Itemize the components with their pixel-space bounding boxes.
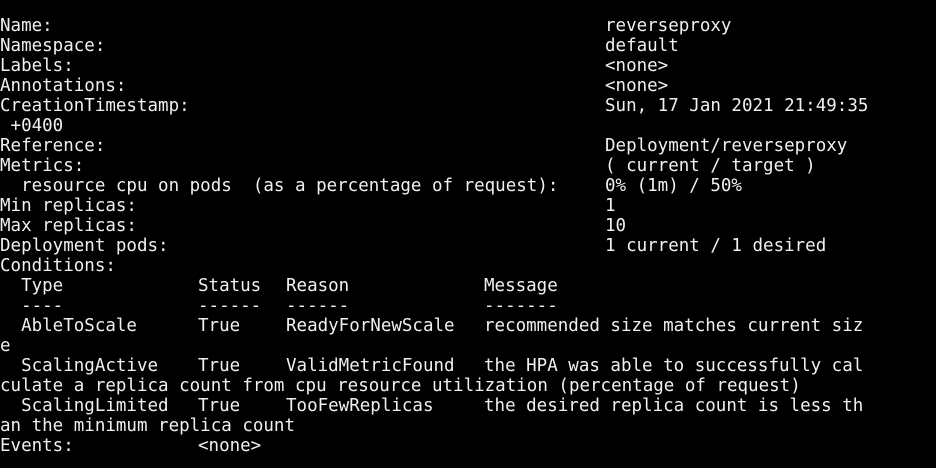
min-replicas-label: Min replicas: [0,196,137,216]
name-label: Name: [0,16,53,36]
conditions-underline-status: ------ [198,296,262,316]
min-replicas-value: 1 [605,196,616,216]
metric-resource-row: resource cpu on pods (as a percentage of… [0,176,742,196]
creation-timestamp-label: CreationTimestamp: [0,96,190,116]
conditions-underline-type: ---- [0,296,64,316]
namespace-value: default [605,36,679,56]
metrics-row: Metrics: ( current / target ) [0,156,816,176]
conditions-underline-reason: ------ [286,296,350,316]
deployment-pods-value: 1 current / 1 desired [605,236,827,256]
min-replicas-row: Min replicas: 1 [0,196,616,216]
condition-message: the HPA was able to successfully cal [484,356,864,376]
condition-reason: ReadyForNewScale [286,316,455,336]
condition-status: True [198,396,241,416]
conditions-row: Conditions: [0,256,116,276]
condition-message-wrap: e [0,336,11,356]
condition-message-wrap: culate a replica count from cpu resource… [0,376,801,396]
condition-row-able-to-scale-wrap: e [0,336,42,356]
terminal-window[interactable]: Name: reverseproxy Namespace: default La… [0,0,936,468]
max-replicas-label: Max replicas: [0,216,137,236]
events-label: Events: [0,436,74,456]
condition-reason: ValidMetricFound [286,356,455,376]
condition-message: recommended size matches current siz [484,316,864,336]
conditions-label: Conditions: [0,256,116,276]
max-replicas-row: Max replicas: 10 [0,216,626,236]
creation-timestamp-value: Sun, 17 Jan 2021 21:49:35 [605,96,869,116]
max-replicas-value: 10 [605,216,627,236]
conditions-underline-row: ---- ------ ------ ------- [0,296,558,316]
condition-status: True [198,316,241,336]
annotations-value: <none> [605,76,669,96]
conditions-header-type: Type [0,276,64,296]
metrics-label: Metrics: [0,156,85,176]
condition-type: ScalingLimited [0,396,169,416]
condition-type: AbleToScale [0,316,137,336]
conditions-underline-message: ------- [484,296,558,316]
conditions-header-message: Message [484,276,558,296]
conditions-header-row: Type Status Reason Message [0,276,558,296]
reference-row: Reference: Deployment/reverseproxy [0,136,847,156]
events-row: Events: <none> [0,436,261,456]
creation-timestamp-row: CreationTimestamp: Sun, 17 Jan 2021 21:4… [0,96,868,116]
metric-resource-value: 0% (1m) / 50% [605,176,742,196]
condition-status: True [198,356,241,376]
annotations-row: Annotations: <none> [0,76,668,96]
condition-message-wrap: an the minimum replica count [0,416,296,436]
labels-value: <none> [605,56,669,76]
conditions-header-reason: Reason [286,276,350,296]
condition-message: the desired replica count is less th [484,396,864,416]
condition-row-scaling-limited: ScalingLimited True TooFewReplicas the d… [0,396,863,416]
reference-value: Deployment/reverseproxy [605,136,848,156]
condition-type: ScalingActive [0,356,159,376]
name-value: reverseproxy [605,16,732,36]
creation-timestamp-offset: +0400 [0,116,64,136]
deployment-pods-row: Deployment pods: 1 current / 1 desired [0,236,826,256]
deployment-pods-label: Deployment pods: [0,236,169,256]
reference-label: Reference: [0,136,106,156]
metrics-value: ( current / target ) [605,156,816,176]
annotations-label: Annotations: [0,76,127,96]
namespace-label: Namespace: [0,36,106,56]
condition-row-scaling-active: ScalingActive True ValidMetricFound the … [0,356,863,376]
name-row: Name: reverseproxy [0,16,731,36]
condition-row-able-to-scale: AbleToScale True ReadyForNewScale recomm… [0,316,863,336]
creation-timestamp-wrap-row: +0400 [0,116,64,136]
condition-reason: TooFewReplicas [286,396,434,416]
condition-row-scaling-active-wrap: culate a replica count from cpu resource… [0,376,801,396]
conditions-header-status: Status [198,276,262,296]
metric-resource-label: resource cpu on pods (as a percentage of… [0,176,559,196]
namespace-row: Namespace: default [0,36,679,56]
labels-label: Labels: [0,56,74,76]
events-value: <none> [198,436,262,456]
labels-row: Labels: <none> [0,56,668,76]
condition-row-scaling-limited-wrap: an the minimum replica count [0,416,295,436]
